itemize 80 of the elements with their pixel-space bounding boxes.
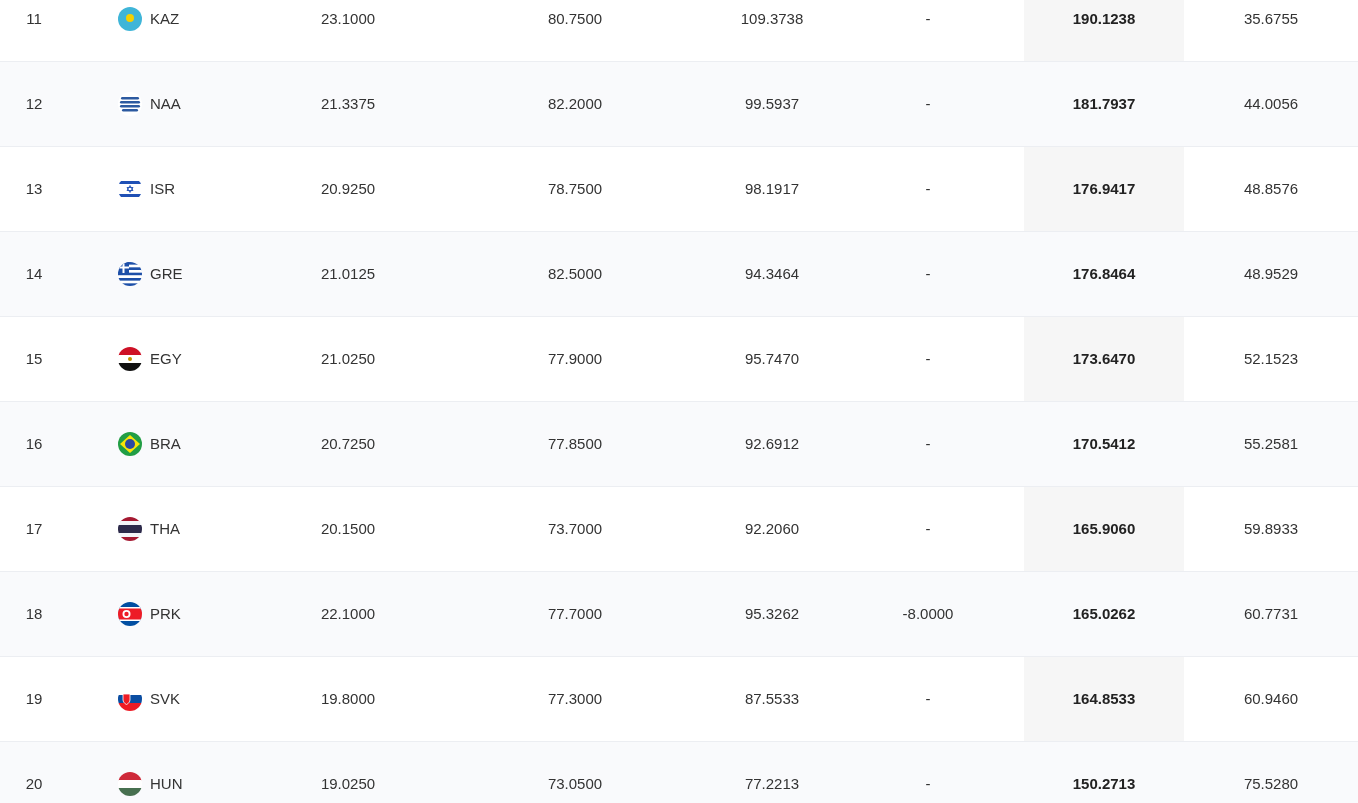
table-cell: 20.9250 xyxy=(320,179,376,197)
rank-cell: 14 xyxy=(25,264,43,282)
table-cell: 94.3464 xyxy=(744,264,800,282)
table-cell: 99.5937 xyxy=(744,94,800,112)
table-cell: 77.7000 xyxy=(547,604,603,622)
table-cell: 77.2213 xyxy=(744,774,800,792)
rank-cell: 11 xyxy=(26,9,42,27)
country-code: KAZ xyxy=(150,8,180,29)
total-cell-text: 176.9417 xyxy=(1072,178,1136,199)
table-cell: 75.5280 xyxy=(1243,774,1299,792)
country-code: ISR xyxy=(150,178,175,199)
table-cell: 77.3000 xyxy=(547,689,603,707)
table-cell: 95.7470 xyxy=(744,349,800,367)
table-cell: 48.9529 xyxy=(1243,264,1299,282)
rank-cell: 13 xyxy=(25,179,43,197)
table-cell: - xyxy=(925,264,931,282)
country-code: SVK xyxy=(150,688,180,709)
table-cell: 59.8933 xyxy=(1243,519,1299,537)
table-cell: 60.7731 xyxy=(1243,604,1299,622)
table-cell: 87.5533 xyxy=(744,689,800,707)
country-code: PRK xyxy=(150,603,181,624)
country-code: BRA xyxy=(150,433,181,454)
total-cell-text: 165.0262 xyxy=(1072,603,1136,624)
rank-cell: 19 xyxy=(25,689,43,707)
table-cell: 21.0250 xyxy=(320,349,376,367)
table-cell: 35.6755 xyxy=(1243,9,1299,27)
table-cell: - xyxy=(925,9,931,27)
rank-cell: 17 xyxy=(25,519,43,537)
rank-cell: 18 xyxy=(25,604,43,622)
rank-cell: 12 xyxy=(25,94,43,112)
table-cell: - xyxy=(925,179,931,197)
country-code: HUN xyxy=(150,773,183,794)
total-cell-text: 181.7937 xyxy=(1072,93,1136,114)
table-cell: - xyxy=(925,434,931,452)
table-cell: 48.8576 xyxy=(1243,179,1299,197)
country-code: EGY xyxy=(150,348,182,369)
table-cell: 77.9000 xyxy=(547,349,603,367)
total-cell-text: 173.6470 xyxy=(1072,348,1136,369)
total-cell-text: 190.1238 xyxy=(1072,8,1136,29)
table-cell: 60.9460 xyxy=(1243,689,1299,707)
table-cell: 109.3738 xyxy=(740,9,804,27)
table-cell: 73.7000 xyxy=(547,519,603,537)
table-cell: 82.2000 xyxy=(547,94,603,112)
total-cell-text: 150.2713 xyxy=(1072,773,1136,794)
table-cell: - xyxy=(925,689,931,707)
table-cell: 52.1523 xyxy=(1243,349,1299,367)
table-cell: 44.0056 xyxy=(1243,94,1299,112)
table-cell: 21.0125 xyxy=(320,264,376,282)
table-cell: 95.3262 xyxy=(744,604,800,622)
total-cell-text: 170.5412 xyxy=(1072,433,1136,454)
table-cell: - xyxy=(925,774,931,792)
table-cell: 22.1000 xyxy=(320,604,376,622)
table-cell: -8.0000 xyxy=(902,604,954,622)
table-cell: 20.7250 xyxy=(320,434,376,452)
table-cell: 78.7500 xyxy=(547,179,603,197)
total-cell-text: 165.9060 xyxy=(1072,518,1136,539)
rank-cell: 16 xyxy=(25,434,43,452)
total-cell-text: 164.8533 xyxy=(1072,688,1136,709)
table-cell: - xyxy=(925,519,931,537)
table-cell: 19.0250 xyxy=(320,774,376,792)
country-code: NAA xyxy=(150,93,181,114)
table-cell: 92.6912 xyxy=(744,434,800,452)
country-code: THA xyxy=(150,518,180,539)
table-cell: 82.5000 xyxy=(547,264,603,282)
table-cell: 92.2060 xyxy=(744,519,800,537)
country-code: GRE xyxy=(150,263,183,284)
table-cell: 77.8500 xyxy=(547,434,603,452)
table-cell: 20.1500 xyxy=(320,519,376,537)
table-cell: 21.3375 xyxy=(320,94,376,112)
table-cell: 19.8000 xyxy=(320,689,376,707)
table-cell: 55.2581 xyxy=(1243,434,1299,452)
total-cell-text: 176.8464 xyxy=(1072,263,1136,284)
rank-cell: 15 xyxy=(25,349,43,367)
table-cell: - xyxy=(925,94,931,112)
rank-cell: 20 xyxy=(25,774,43,792)
table-cell: 23.1000 xyxy=(320,9,376,27)
table-cell: 98.1917 xyxy=(744,179,800,197)
table-cell: - xyxy=(925,349,931,367)
table-cell: 80.7500 xyxy=(547,9,603,27)
table-cell: 73.0500 xyxy=(547,774,603,792)
